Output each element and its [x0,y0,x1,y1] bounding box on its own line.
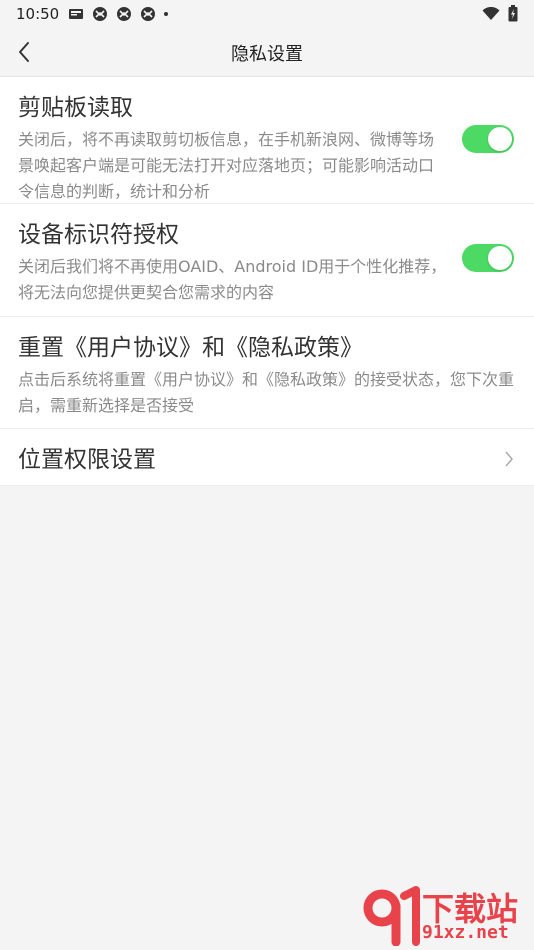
setting-title: 设备标识符授权 [18,222,179,248]
more-notifications-icon [164,12,168,16]
page-title: 隐私设置 [231,44,303,65]
device-identifier-toggle[interactable] [462,244,514,272]
settings-list: 剪贴板读取 关闭后，将不再读取剪切板信息，在手机新浪网、微博等场景唤起客户端是可… [0,77,534,486]
setting-description: 关闭后，将不再读取剪切板信息，在手机新浪网、微博等场景唤起客户端是可能无法打开对… [18,130,435,201]
chevron-right-icon [505,451,513,467]
battery-charging-icon [508,5,518,22]
setting-location-permission[interactable]: 位置权限设置 [0,429,534,486]
wifi-icon [482,6,500,20]
app-notification-icon [141,7,155,21]
setting-title: 剪贴板读取 [18,95,133,121]
notification-icons [68,6,168,22]
app-bar: 隐私设置 [0,28,534,77]
setting-description: 点击后系统将重置《用户协议》和《隐私政策》的接受状态，您下次重启，需重新选择是否… [18,370,515,415]
setting-title: 重置《用户协议》和《隐私政策》 [18,335,363,361]
watermark-domain: 91xz.net [422,922,509,943]
watermark-logo-icon [363,886,420,946]
toggle-thumb [488,246,512,270]
status-time: 10:50 [16,5,60,23]
toggle-thumb [488,127,512,151]
news-app-icon [69,9,83,19]
system-icons [482,5,518,22]
clipboard-read-toggle[interactable] [462,125,514,153]
app-notification-icon [117,7,131,21]
app-notification-icon [93,7,107,21]
status-bar: 10:50 [0,0,534,28]
setting-reset-agreements[interactable]: 重置《用户协议》和《隐私政策》 点击后系统将重置《用户协议》和《隐私政策》的接受… [0,317,534,429]
watermark: 下载站 91xz.net [360,884,530,948]
setting-title: 位置权限设置 [18,447,156,473]
setting-description: 关闭后我们将不再使用OAID、Android ID用于个性化推荐，将无法向您提供… [18,257,447,302]
setting-clipboard-read: 剪贴板读取 关闭后，将不再读取剪切板信息，在手机新浪网、微博等场景唤起客户端是可… [0,77,534,204]
setting-device-identifier: 设备标识符授权 关闭后我们将不再使用OAID、Android ID用于个性化推荐… [0,204,534,317]
